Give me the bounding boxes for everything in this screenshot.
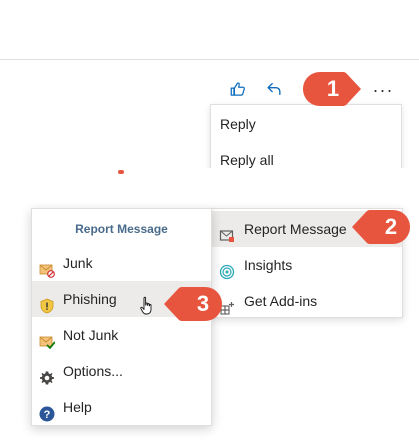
svg-text:?: ?: [44, 409, 51, 421]
screenshot-gap: [0, 168, 419, 204]
thumbs-up-icon[interactable]: [227, 78, 249, 100]
report-item-junk[interactable]: Junk: [32, 245, 211, 281]
report-item-label: Phishing: [63, 291, 117, 307]
report-item-label: Options...: [63, 363, 123, 379]
report-message-icon: [219, 221, 235, 242]
menu-item-reply[interactable]: Reply: [211, 107, 401, 141]
report-item-label: Help: [63, 399, 92, 415]
junk-icon: [39, 255, 55, 278]
report-item-help[interactable]: ? Help: [32, 389, 211, 425]
insights-icon: [219, 257, 235, 280]
more-actions-menu: Reply Reply all: [210, 104, 402, 176]
more-actions-button[interactable]: ···: [370, 80, 396, 100]
gear-icon: [39, 363, 55, 385]
callout-3: 3: [162, 285, 224, 323]
menu-item-label: Insights: [244, 257, 293, 273]
menu-item-label: Report Message: [244, 221, 347, 237]
panel-title: Report Message: [75, 222, 168, 236]
callout-number: 3: [196, 291, 210, 316]
report-item-label: Junk: [63, 255, 93, 271]
callout-number: 2: [384, 214, 398, 239]
help-icon: ?: [39, 399, 55, 422]
report-item-label: Not Junk: [63, 327, 119, 343]
callout-2: 2: [350, 208, 412, 246]
hand-cursor-icon: [139, 296, 155, 316]
top-strip: [0, 0, 419, 60]
menu-item-insights[interactable]: Insights: [210, 247, 402, 283]
reply-icon[interactable]: [263, 78, 285, 100]
menu-item-get-addins[interactable]: Get Add-ins: [210, 283, 402, 319]
report-item-options[interactable]: Options...: [32, 353, 211, 389]
shield-warning-icon: [39, 291, 55, 314]
annotation-mark: [118, 170, 124, 174]
callout-1: 1: [301, 70, 363, 108]
callout-number: 1: [326, 76, 340, 101]
menu-item-label: Get Add-ins: [244, 293, 318, 309]
not-junk-icon: [39, 327, 56, 349]
